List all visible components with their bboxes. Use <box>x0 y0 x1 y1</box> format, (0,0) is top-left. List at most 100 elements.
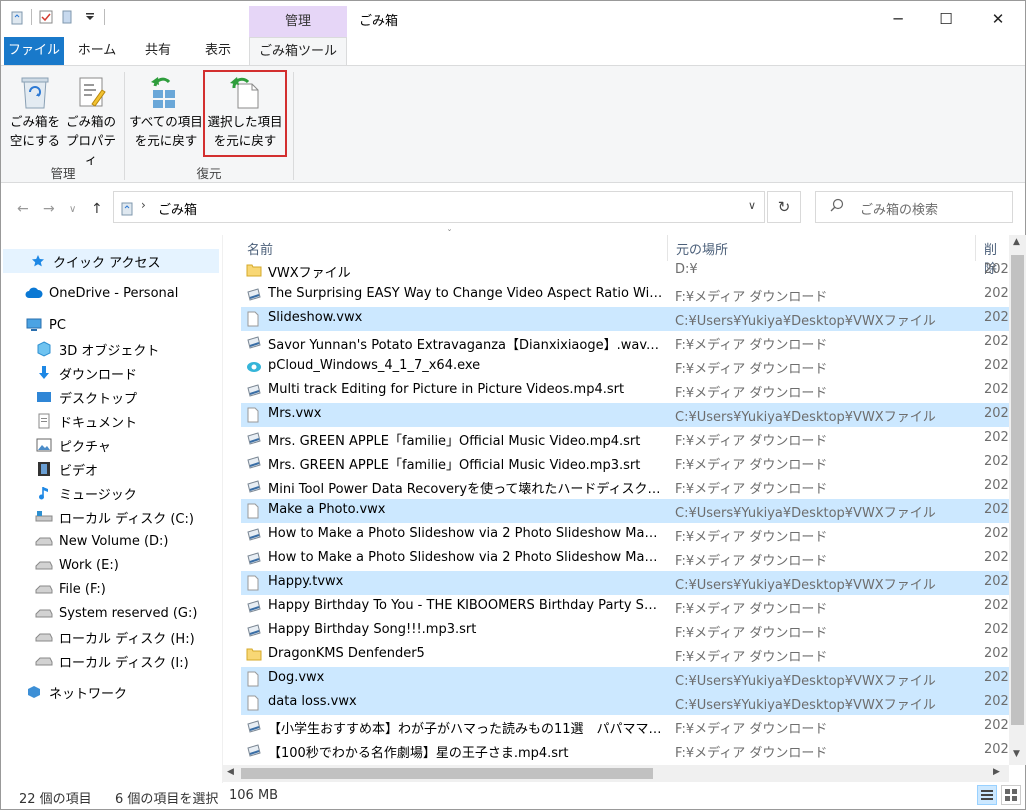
nav-downloads[interactable]: ダウンロード <box>35 361 137 385</box>
address-bar[interactable]: › ごみ箱 ∨ <box>113 191 765 223</box>
original-location: F:¥メディア ダウンロード <box>675 338 828 353</box>
up-arrow-icon[interactable]: ↑ <box>91 201 103 217</box>
nav-network[interactable]: ネットワーク <box>25 680 127 704</box>
table-row[interactable]: 【小学生おすすめ本】わが子がハマった読みもの11選 パパママ編集... F:¥メデ… <box>241 715 1009 739</box>
nav-videos[interactable]: ビデオ <box>35 457 98 481</box>
table-row[interactable]: Happy Birthday Song!!!.mp3.srt F:¥メディア ダウ… <box>241 619 1009 643</box>
forward-arrow-icon[interactable]: → <box>43 201 55 217</box>
table-row[interactable]: Happy Birthday To You - THE KIBOOMERS Bi… <box>241 595 1009 619</box>
tab-share[interactable]: 共有 <box>133 37 183 65</box>
tab-recycle-bin-tools[interactable]: ごみ箱ツール <box>249 37 347 66</box>
document-icon <box>246 503 262 519</box>
scroll-right-icon[interactable]: ▶ <box>993 767 1000 777</box>
back-arrow-icon[interactable]: ← <box>17 201 29 217</box>
table-row[interactable]: Mrs. GREEN APPLE「familie」Official Music … <box>241 451 1009 475</box>
table-row[interactable]: Mrs. GREEN APPLE「familie」Official Music … <box>241 427 1009 451</box>
scroll-down-icon[interactable]: ▼ <box>1013 749 1020 759</box>
bin-properties-button[interactable]: ごみ箱の プロパティ <box>63 70 119 169</box>
nav-drive-g[interactable]: System reserved (G:) <box>35 601 197 625</box>
table-row[interactable]: Happy.tvwx C:¥Users¥Yukiya¥Desktop¥VWXファイ… <box>241 571 1009 595</box>
nav-drive-d[interactable]: New Volume (D:) <box>35 529 169 553</box>
nav-drive-i[interactable]: ローカル ディスク (I:) <box>35 649 189 673</box>
folder-icon <box>246 263 262 279</box>
cube-icon <box>35 341 53 357</box>
tab-file[interactable]: ファイル <box>4 37 64 65</box>
address-dropdown-icon[interactable]: ∨ <box>748 199 756 212</box>
nav-label: ローカル ディスク (I:) <box>59 655 189 671</box>
horizontal-scrollbar[interactable]: ◀ ▶ <box>223 765 1009 782</box>
vertical-scrollbar[interactable]: ▲ ▼ <box>1009 235 1026 765</box>
system-drive-icon <box>35 509 53 525</box>
date-deleted: 202 <box>984 382 1009 397</box>
table-row[interactable]: Make a Photo.vwx C:¥Users¥Yukiya¥Desktop¥… <box>241 499 1009 523</box>
breadcrumb-chevron-icon[interactable]: › <box>141 198 146 212</box>
file-name: Mini Tool Power Data Recoveryを使って壊れたハードデ… <box>268 482 663 497</box>
table-row[interactable]: pCloud_Windows_4_1_7_x64.exe F:¥メディア ダウンロ… <box>241 355 1009 379</box>
table-row[interactable]: Mini Tool Power Data Recoveryを使って壊れたハードデ… <box>241 475 1009 499</box>
refresh-icon[interactable]: ↻ <box>767 191 801 223</box>
nav-drive-h[interactable]: ローカル ディスク (H:) <box>35 625 195 649</box>
media-file-icon <box>246 479 262 495</box>
table-row[interactable]: Dog.vwx C:¥Users¥Yukiya¥Desktop¥VWXファイル 20… <box>241 667 1009 691</box>
column-divider[interactable] <box>667 235 668 261</box>
table-row[interactable]: 【100秒でわかる名作劇場】星の王子さま.mp4.srt F:¥メディア ダウンロ… <box>241 739 1009 763</box>
nav-onedrive[interactable]: OneDrive - Personal <box>25 281 178 305</box>
new-folder-icon[interactable] <box>60 9 76 25</box>
document-icon <box>246 671 262 687</box>
maximize-button[interactable]: ☐ <box>923 1 969 37</box>
group-separator-2 <box>293 72 294 180</box>
empty-recycle-bin-button[interactable]: ごみ箱を 空にする <box>7 70 63 150</box>
nav-drive-f[interactable]: File (F:) <box>35 577 106 601</box>
properties-check-icon[interactable] <box>38 9 54 25</box>
column-divider[interactable] <box>975 235 976 261</box>
nav-drive-c[interactable]: ローカル ディスク (C:) <box>35 505 194 529</box>
details-view-icon[interactable] <box>977 785 997 805</box>
table-row[interactable]: Savor Yunnan's Potato Extravaganza【Dianx… <box>241 331 1009 355</box>
nav-desktop[interactable]: デスクトップ <box>35 385 137 409</box>
qat-dropdown-icon[interactable] <box>82 9 98 25</box>
scrollbar-thumb[interactable] <box>1011 255 1024 725</box>
ribbon-tabs: ファイル ホーム 共有 表示 ごみ箱ツール ? <box>1 37 1025 93</box>
tab-home[interactable]: ホーム <box>71 37 123 65</box>
file-name: Mrs.vwx <box>268 406 322 421</box>
breadcrumb[interactable]: ごみ箱 <box>158 199 197 218</box>
nav-quick-access[interactable]: クイック アクセス <box>3 249 219 273</box>
nav-drive-e[interactable]: Work (E:) <box>35 553 119 577</box>
nav-label: ローカル ディスク (H:) <box>59 631 195 647</box>
nav-pc[interactable]: PC <box>25 313 66 337</box>
column-name[interactable]: 名前 <box>247 239 273 258</box>
file-name: 【100秒でわかる名作劇場】星の王子さま.mp4.srt <box>268 746 569 761</box>
recent-locations-chevron-icon[interactable]: ∨ <box>69 204 76 215</box>
table-row[interactable]: Mrs.vwx C:¥Users¥Yukiya¥Desktop¥VWXファイル 20… <box>241 403 1009 427</box>
scroll-left-icon[interactable]: ◀ <box>227 767 234 777</box>
large-icons-view-icon[interactable] <box>1001 785 1021 805</box>
media-file-icon <box>246 623 262 639</box>
scrollbar-thumb[interactable] <box>241 768 653 779</box>
media-file-icon <box>246 719 262 735</box>
document-icon <box>246 695 262 711</box>
restore-all-button[interactable]: すべての項目 を元に戻す <box>129 70 203 150</box>
nav-pictures[interactable]: ピクチャ <box>35 433 111 457</box>
scroll-up-icon[interactable]: ▲ <box>1013 237 1020 247</box>
computer-icon <box>25 317 43 333</box>
table-row[interactable]: How to Make a Photo Slideshow via 2 Phot… <box>241 523 1009 547</box>
table-row[interactable]: How to Make a Photo Slideshow via 2 Phot… <box>241 547 1009 571</box>
table-row[interactable]: data loss.vwx C:¥Users¥Yukiya¥Desktop¥VWX… <box>241 691 1009 715</box>
table-row[interactable]: DragonKMS Denfender5 F:¥メディア ダウンロード 202 <box>241 643 1009 667</box>
nav-documents[interactable]: ドキュメント <box>35 409 137 433</box>
nav-music[interactable]: ミュージック <box>35 481 137 505</box>
table-row[interactable]: VWXファイル D:¥ 202 <box>241 259 1009 283</box>
tab-view[interactable]: 表示 <box>193 37 243 65</box>
table-row[interactable]: The Surprising EASY Way to Change Video … <box>241 283 1009 307</box>
minimize-button[interactable]: ─ <box>875 1 921 37</box>
search-input[interactable]: ごみ箱の検索 <box>860 199 938 218</box>
close-button[interactable]: ✕ <box>975 1 1021 37</box>
original-location: F:¥メディア ダウンロード <box>675 458 828 473</box>
file-name: Dog.vwx <box>268 670 325 685</box>
nav-3d-objects[interactable]: 3D オブジェクト <box>35 337 159 361</box>
search-box[interactable]: ごみ箱の検索 <box>815 191 1013 223</box>
original-location: C:¥Users¥Yukiya¥Desktop¥VWXファイル <box>675 578 936 593</box>
table-row[interactable]: Multi track Editing for Picture in Pictu… <box>241 379 1009 403</box>
table-row[interactable]: Slideshow.vwx C:¥Users¥Yukiya¥Desktop¥VWX… <box>241 307 1009 331</box>
column-original-location[interactable]: 元の場所 <box>676 239 728 258</box>
